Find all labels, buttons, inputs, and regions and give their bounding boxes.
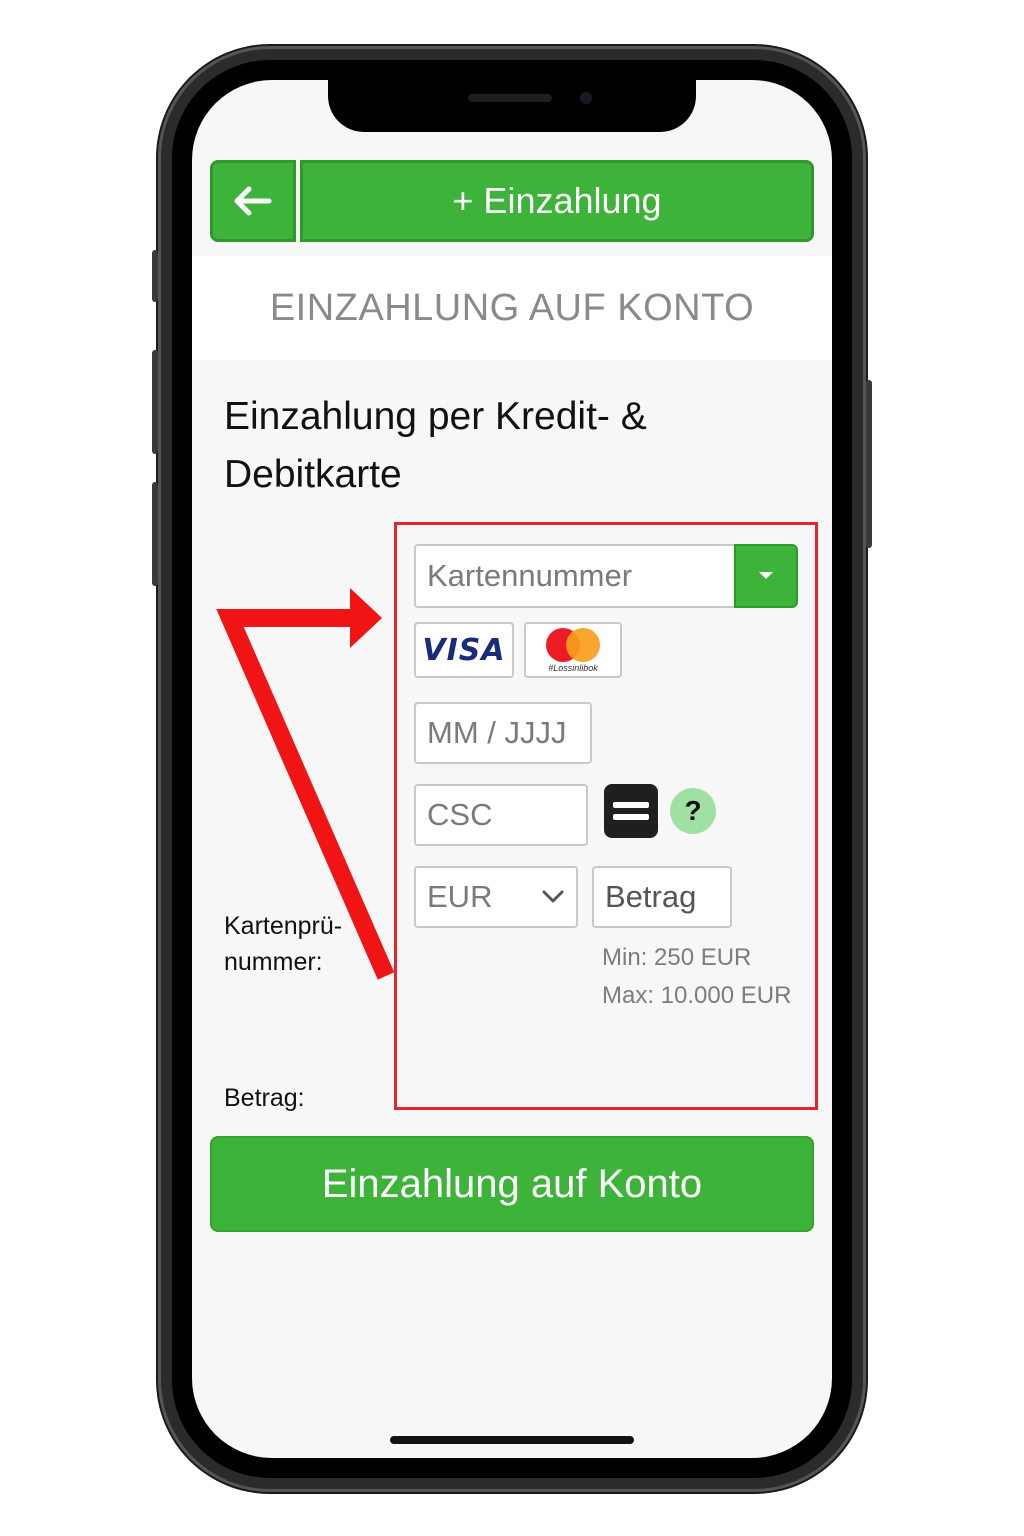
page-header: EINZAHLUNG AUF KONTO (192, 256, 832, 360)
speaker-grille (468, 94, 552, 102)
max-amount-hint: Max: 10.000 EUR (602, 982, 792, 1009)
min-amount-hint: Min: 250 EUR (602, 944, 752, 971)
mastercard-logo: #Lossinlibok (524, 622, 622, 678)
expiry-placeholder: MM / JJJJ (427, 715, 567, 750)
section-title: Einzahlung per Kredit- & Debitkarte (224, 395, 647, 496)
mastercard-circles-icon (546, 627, 600, 662)
page-title: EINZAHLUNG AUF KONTO (269, 286, 755, 329)
amount-label: Betrag: (224, 1084, 305, 1112)
visa-logo-text: VISA (422, 632, 506, 668)
volume-down-button (152, 482, 158, 586)
phone-frame: + Einzahlung EINZAHLUNG AUF KONTO Einzah… (152, 46, 872, 1492)
power-button (866, 380, 872, 548)
card-number-placeholder: Kartennummer (427, 558, 633, 593)
deposit-tab-label: + Einzahlung (452, 180, 662, 221)
amount-input[interactable]: Betrag (592, 866, 732, 928)
phone-screen: + Einzahlung EINZAHLUNG AUF KONTO Einzah… (192, 80, 832, 1458)
amount-placeholder: Betrag (605, 879, 697, 914)
submit-deposit-label: Einzahlung auf Konto (321, 1161, 703, 1206)
back-button[interactable] (210, 160, 296, 242)
card-number-label-line2: nummer: (224, 948, 323, 976)
card-number-label-line1: Kartenprü- (224, 912, 343, 940)
submit-deposit-button[interactable]: Einzahlung auf Konto (210, 1136, 814, 1232)
csc-placeholder: CSC (427, 797, 493, 832)
question-mark-icon[interactable]: ? (670, 788, 716, 834)
volume-up-button (152, 350, 158, 454)
card-back-icon (604, 784, 658, 838)
deposit-tab[interactable]: + Einzahlung (300, 160, 814, 242)
card-number-input[interactable]: Kartennummer (414, 544, 736, 608)
caret-down-icon (759, 572, 773, 579)
csc-input[interactable]: CSC (414, 784, 588, 846)
card-number-dropdown-button[interactable] (734, 544, 798, 608)
notch (328, 80, 696, 132)
top-navigation: + Einzahlung (210, 160, 814, 242)
visa-logo: VISA (414, 622, 514, 678)
silent-switch (152, 250, 158, 302)
card-number-label: Kartenprü- nummer: (224, 908, 342, 980)
expiry-input[interactable]: MM / JJJJ (414, 702, 592, 764)
currency-select[interactable]: EUR (414, 866, 578, 928)
home-indicator (390, 1436, 634, 1444)
currency-select-value: EUR (427, 879, 493, 914)
mastercard-caption: #Lossinlibok (548, 662, 598, 673)
front-camera (580, 92, 592, 104)
chevron-down-icon (542, 890, 564, 903)
arrow-left-icon (234, 186, 272, 216)
